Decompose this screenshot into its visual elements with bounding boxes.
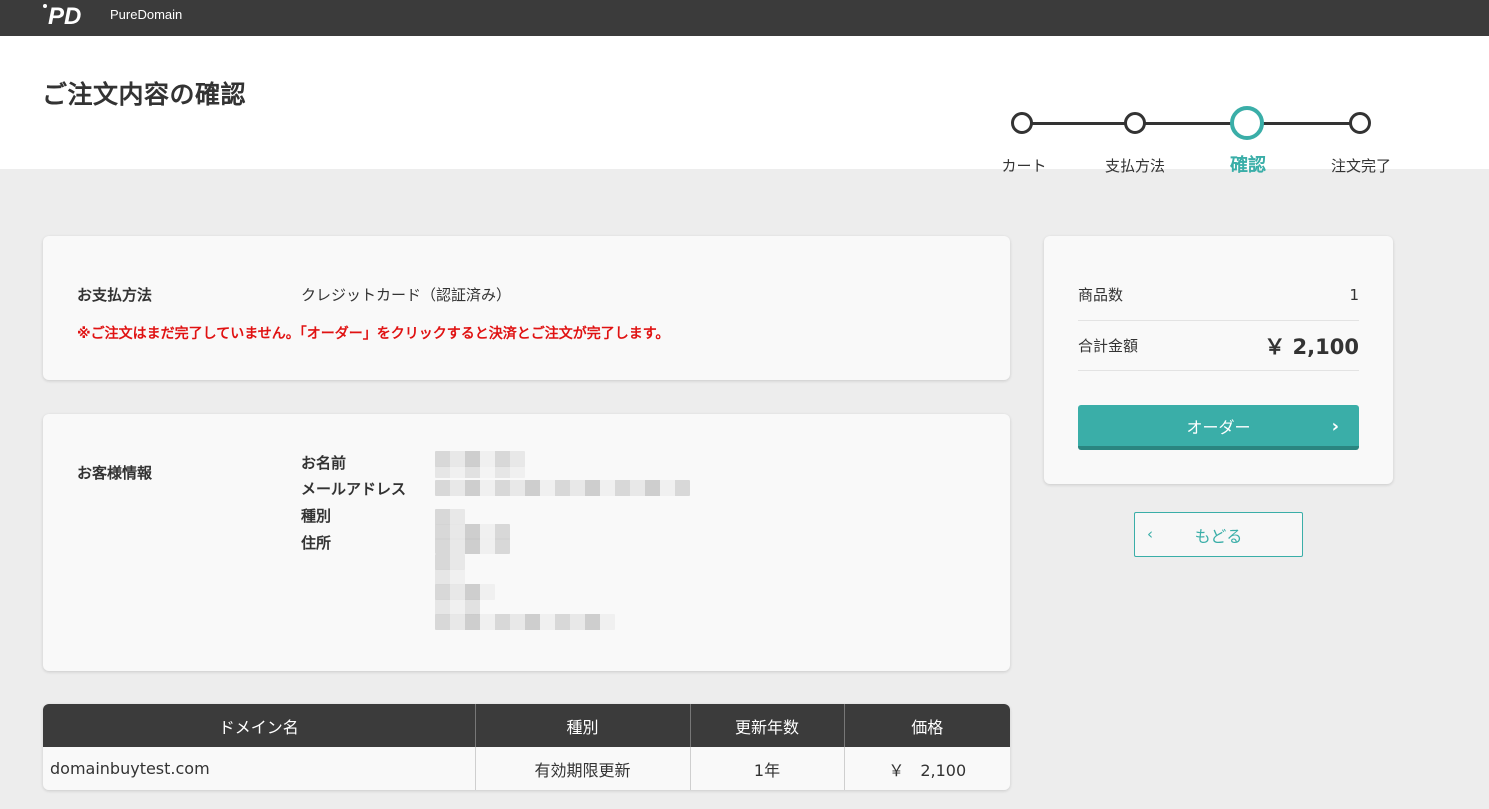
redacted-address-6 bbox=[435, 599, 480, 615]
redacted-name bbox=[435, 451, 525, 467]
step-dot-cart bbox=[1011, 112, 1033, 134]
email-field-label: メールアドレス bbox=[301, 480, 407, 498]
total-label: 合計金額 bbox=[1078, 337, 1139, 355]
redacted-type bbox=[435, 509, 465, 525]
payment-method-value: クレジットカード（認証済み） bbox=[301, 286, 512, 304]
item-count-row: 商品数 1 bbox=[1078, 269, 1359, 321]
redacted-address-2 bbox=[435, 538, 510, 554]
col-header-years: 更新年数 bbox=[690, 704, 845, 747]
cell-price: ￥ 2,100 bbox=[844, 747, 1010, 790]
customer-info-card: お客様情報 お名前 メールアドレス 種別 住所 bbox=[43, 414, 1010, 671]
logo-text: PureDomain bbox=[110, 6, 183, 22]
chevron-right-icon: › bbox=[1331, 416, 1339, 437]
address-field-label: 住所 bbox=[301, 534, 332, 552]
item-count-label: 商品数 bbox=[1078, 286, 1124, 304]
step-dot-payment bbox=[1124, 112, 1146, 134]
top-bar: PD PureDomain bbox=[0, 0, 1489, 36]
step-label-confirm: 確認 bbox=[1230, 155, 1266, 176]
redacted-name-line2 bbox=[435, 466, 525, 478]
cell-domain-name: domainbuytest.com bbox=[43, 747, 476, 790]
page-header: ご注文内容の確認 カート 支払方法 確認 注文完了 bbox=[0, 36, 1489, 176]
step-label-complete: 注文完了 bbox=[1330, 157, 1392, 175]
cell-type: 有効期限更新 bbox=[475, 747, 691, 790]
step-label-cart: カート bbox=[1001, 157, 1047, 175]
svg-text:PD: PD bbox=[48, 3, 81, 28]
order-summary-card: 商品数 1 合計金額 ￥ 2,100 オーダー › bbox=[1044, 236, 1393, 484]
col-header-type: 種別 bbox=[475, 704, 691, 747]
redacted-address-7 bbox=[435, 614, 615, 630]
redacted-address-3 bbox=[435, 554, 465, 570]
total-row: 合計金額 ￥ 2,100 bbox=[1078, 321, 1359, 371]
chevron-left-icon: ‹ bbox=[1147, 525, 1153, 543]
col-header-domain: ドメイン名 bbox=[43, 704, 476, 747]
step-dot-confirm bbox=[1230, 106, 1264, 140]
brand-logo[interactable]: PD PureDomain bbox=[42, 2, 182, 28]
order-button[interactable]: オーダー › bbox=[1078, 405, 1359, 450]
payment-method-card: お支払方法 クレジットカード（認証済み） ※ご注文はまだ完了していません。「オー… bbox=[43, 236, 1010, 380]
redacted-email bbox=[435, 480, 690, 496]
payment-method-label: お支払方法 bbox=[77, 286, 153, 304]
item-count-value: 1 bbox=[1349, 285, 1359, 304]
step-label-payment: 支払方法 bbox=[1104, 157, 1166, 175]
table-row: domainbuytest.com 有効期限更新 1年 ￥ 2,100 bbox=[43, 747, 1010, 790]
total-value: ￥ 2,100 bbox=[1264, 334, 1359, 359]
stepper-line bbox=[1032, 122, 1362, 125]
cell-years: 1年 bbox=[690, 747, 845, 790]
domain-table: ドメイン名 種別 更新年数 価格 domainbuytest.com 有効期限更… bbox=[43, 704, 1010, 790]
col-header-price: 価格 bbox=[844, 704, 1010, 747]
name-field-label: お名前 bbox=[301, 454, 347, 472]
type-field-label: 種別 bbox=[301, 507, 332, 525]
back-button-label: もどる bbox=[1194, 526, 1243, 546]
table-header-row: ドメイン名 種別 更新年数 価格 bbox=[43, 704, 1010, 747]
redacted-address-4 bbox=[435, 569, 465, 585]
progress-stepper: カート 支払方法 確認 注文完了 bbox=[990, 72, 1410, 176]
page-title: ご注文内容の確認 bbox=[42, 80, 247, 109]
step-dot-complete bbox=[1349, 112, 1371, 134]
customer-info-label: お客様情報 bbox=[77, 464, 153, 482]
order-warning-text: ※ご注文はまだ完了していません。「オーダー」をクリックすると決済とご注文が完了し… bbox=[77, 326, 670, 342]
back-button[interactable]: ‹ もどる bbox=[1134, 512, 1303, 557]
order-button-label: オーダー bbox=[1186, 417, 1251, 437]
redacted-address-5 bbox=[435, 584, 495, 600]
logo-mark-icon: PD bbox=[43, 3, 81, 28]
